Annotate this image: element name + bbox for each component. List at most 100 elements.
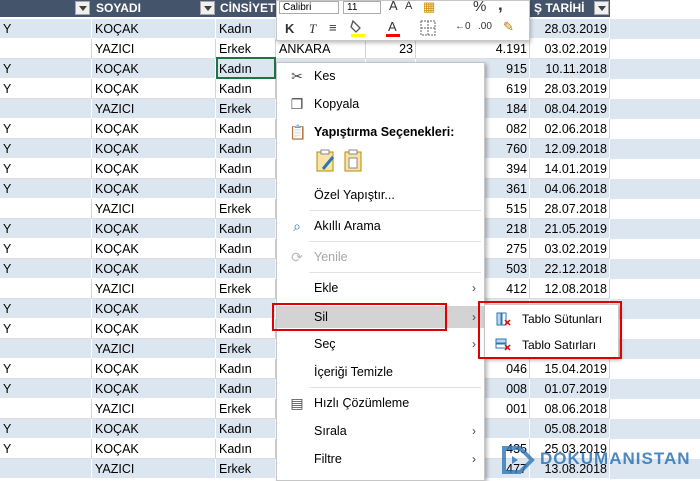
bold-button[interactable]: K <box>285 21 294 36</box>
format-icon[interactable]: ▦ <box>423 0 435 15</box>
borders-icon[interactable] <box>420 20 436 39</box>
table-cell[interactable]: Y <box>0 419 92 439</box>
table-cell[interactable]: KOÇAK <box>92 139 216 159</box>
format-painter-icon[interactable]: ✎ <box>503 19 514 35</box>
align-button[interactable]: ≡ <box>329 20 337 35</box>
table-cell[interactable]: YAZICI <box>92 459 216 479</box>
table-cell[interactable] <box>0 199 92 219</box>
table-cell[interactable]: KOÇAK <box>92 219 216 239</box>
filter-dropdown-icon[interactable] <box>200 1 215 15</box>
table-cell[interactable]: Kadın <box>216 239 276 259</box>
table-row[interactable]: YAZICI Erkek ANKARA 23 4.191 03.02.2019 <box>0 39 700 59</box>
table-cell[interactable]: Kadın <box>216 359 276 379</box>
table-cell[interactable]: 03.02.2019 <box>530 239 610 259</box>
table-cell[interactable]: Y <box>0 19 92 39</box>
menu-item-hizli-cozumleme[interactable]: ▤ Hızlı Çözümleme <box>277 392 484 414</box>
active-cell[interactable] <box>216 57 276 79</box>
table-cell[interactable]: 03.02.2019 <box>530 39 610 59</box>
filter-dropdown-icon[interactable] <box>594 1 609 15</box>
table-cell[interactable]: Erkek <box>216 339 276 359</box>
font-name-box[interactable]: Calibri <box>279 1 339 14</box>
table-cell[interactable]: Y <box>0 139 92 159</box>
table-cell[interactable]: 22.12.2018 <box>530 259 610 279</box>
table-cell[interactable]: KOÇAK <box>92 179 216 199</box>
paste-option-formatting-icon[interactable] <box>315 149 337 173</box>
table-cell[interactable] <box>0 39 92 59</box>
table-cell[interactable]: Y <box>0 179 92 199</box>
table-cell[interactable]: 15.04.2019 <box>530 359 610 379</box>
table-cell[interactable]: Y <box>0 359 92 379</box>
table-cell[interactable]: 23 <box>366 39 416 59</box>
table-cell[interactable]: KOÇAK <box>92 439 216 459</box>
grow-font-button[interactable]: A <box>389 0 398 13</box>
table-cell[interactable]: 01.07.2019 <box>530 379 610 399</box>
shrink-font-button[interactable]: A <box>405 0 412 12</box>
table-cell[interactable]: Erkek <box>216 99 276 119</box>
table-cell[interactable]: Kadın <box>216 19 276 39</box>
table-cell[interactable]: KOÇAK <box>92 259 216 279</box>
table-cell[interactable]: Erkek <box>216 399 276 419</box>
table-cell[interactable]: Kadın <box>216 439 276 459</box>
table-cell[interactable] <box>0 339 92 359</box>
table-cell[interactable]: Kadın <box>216 159 276 179</box>
table-cell[interactable]: KOÇAK <box>92 319 216 339</box>
table-cell[interactable]: 12.08.2018 <box>530 279 610 299</box>
table-cell[interactable]: Erkek <box>216 459 276 479</box>
table-cell[interactable]: Y <box>0 79 92 99</box>
table-cell[interactable]: KOÇAK <box>92 299 216 319</box>
table-cell[interactable]: Kadın <box>216 299 276 319</box>
table-cell[interactable]: YAZICI <box>92 99 216 119</box>
table-cell[interactable]: Y <box>0 259 92 279</box>
table-cell[interactable]: 12.09.2018 <box>530 139 610 159</box>
table-cell[interactable]: Kadın <box>216 219 276 239</box>
table-cell[interactable]: Y <box>0 59 92 79</box>
menu-item-kes[interactable]: ✂ Kes <box>277 65 484 87</box>
header-soyadi[interactable]: SOYADI <box>92 0 216 17</box>
header-col-a[interactable] <box>0 0 92 17</box>
header-cinsiyet[interactable]: CİNSİYET <box>216 0 276 17</box>
table-cell[interactable]: Kadın <box>216 179 276 199</box>
table-cell[interactable]: 02.06.2018 <box>530 119 610 139</box>
table-cell[interactable]: Y <box>0 239 92 259</box>
table-cell[interactable]: YAZICI <box>92 279 216 299</box>
table-cell[interactable] <box>0 459 92 479</box>
menu-item-ekle[interactable]: Ekle › <box>277 277 484 299</box>
table-cell[interactable]: KOÇAK <box>92 159 216 179</box>
decrease-decimal-icon[interactable]: .00 <box>478 21 492 32</box>
table-cell[interactable]: Y <box>0 319 92 339</box>
table-cell[interactable]: 08.04.2019 <box>530 99 610 119</box>
table-cell[interactable]: Erkek <box>216 279 276 299</box>
table-cell[interactable]: Kadın <box>216 419 276 439</box>
menu-item-sec[interactable]: Seç › <box>277 333 484 355</box>
table-cell[interactable]: 10.11.2018 <box>530 59 610 79</box>
font-size-box[interactable]: 11 <box>343 1 381 14</box>
table-cell[interactable]: 05.08.2018 <box>530 419 610 439</box>
percent-button[interactable]: % <box>473 0 486 15</box>
table-cell[interactable]: 04.06.2018 <box>530 179 610 199</box>
table-cell[interactable]: YAZICI <box>92 39 216 59</box>
table-cell[interactable]: KOÇAK <box>92 239 216 259</box>
table-cell[interactable]: 28.07.2018 <box>530 199 610 219</box>
table-cell[interactable]: 28.03.2019 <box>530 79 610 99</box>
table-cell[interactable]: Kadın <box>216 139 276 159</box>
menu-item-filtre[interactable]: Filtre › <box>277 448 484 470</box>
table-cell[interactable]: KOÇAK <box>92 419 216 439</box>
table-cell[interactable]: YAZICI <box>92 339 216 359</box>
table-cell[interactable]: Y <box>0 219 92 239</box>
table-cell[interactable]: KOÇAK <box>92 359 216 379</box>
table-cell[interactable]: KOÇAK <box>92 59 216 79</box>
table-cell[interactable]: YAZICI <box>92 399 216 419</box>
menu-item-sirala[interactable]: Sırala › <box>277 420 484 442</box>
increase-decimal-icon[interactable]: ←0 <box>455 21 471 32</box>
table-cell[interactable]: Kadın <box>216 379 276 399</box>
table-cell[interactable]: 14.01.2019 <box>530 159 610 179</box>
table-cell[interactable]: Erkek <box>216 39 276 59</box>
table-cell[interactable]: Y <box>0 119 92 139</box>
table-cell[interactable]: Y <box>0 299 92 319</box>
comma-button[interactable]: , <box>498 0 503 15</box>
menu-item-kopyala[interactable]: ❐ Kopyala <box>277 93 484 115</box>
table-cell[interactable]: 4.191 <box>416 39 530 59</box>
table-cell[interactable]: ANKARA <box>276 39 366 59</box>
table-cell[interactable]: Y <box>0 439 92 459</box>
table-cell[interactable]: Kadın <box>216 259 276 279</box>
